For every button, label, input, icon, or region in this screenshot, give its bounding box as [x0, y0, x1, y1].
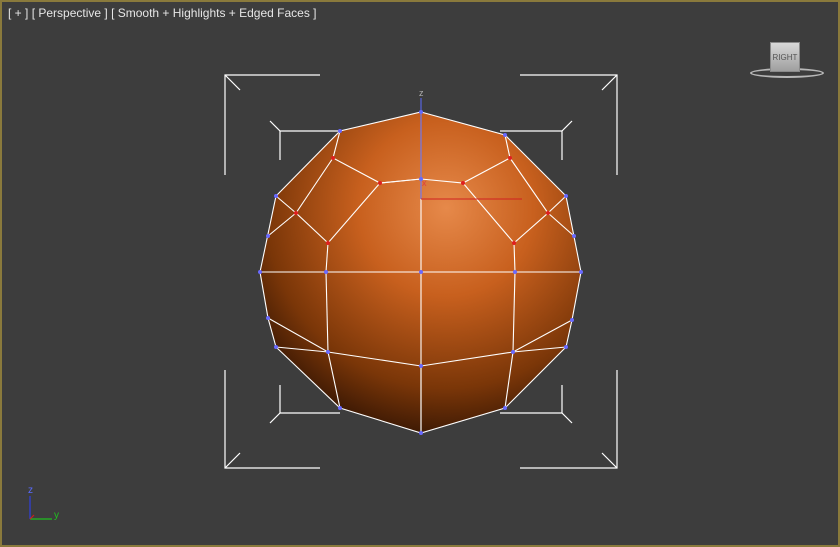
gizmo-z-label: z: [419, 88, 424, 98]
gizmo-x-label: x: [422, 178, 427, 188]
axis-y-label: y: [54, 510, 59, 521]
scene-canvas[interactable]: z x: [2, 2, 838, 545]
viewcube-face-right[interactable]: RIGHT: [770, 42, 800, 72]
viewcube[interactable]: RIGHT: [748, 40, 826, 84]
axis-z-label: z: [28, 485, 33, 496]
perspective-viewport[interactable]: [ + ] [ Perspective ] [ Smooth + Highlig…: [0, 0, 840, 547]
world-axis-tripod: z y: [28, 485, 59, 521]
